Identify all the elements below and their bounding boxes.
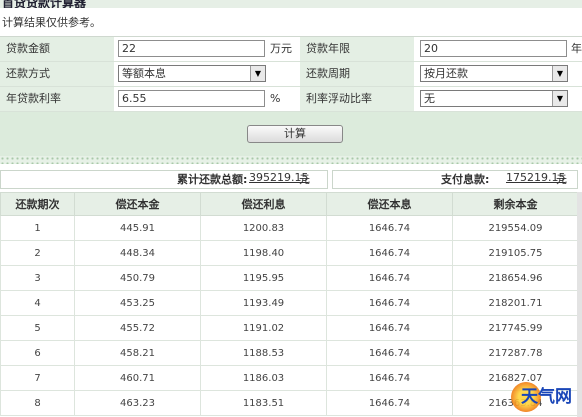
cell-principal: 450.79 [74, 265, 201, 291]
header-interest: 偿还利息 [200, 192, 327, 216]
table-row: 4 453.25 1193.49 1646.74 218201.71 [0, 290, 579, 316]
cell-payment: 1646.74 [326, 265, 453, 291]
repayment-schedule-table: 还款期次 偿还本金 偿还利息 偿还本息 剩余本金 1 445.91 1200.8… [0, 192, 579, 416]
table-row: 8 463.23 1183.51 1646.74 216363.84 [0, 390, 579, 416]
rate-unit: % [270, 92, 281, 105]
cell-payment: 1646.74 [326, 240, 453, 266]
form-row-amount: 贷款金额 22 万元 贷款年限 20 年 [0, 37, 582, 62]
rate-input[interactable]: 6.55 [118, 90, 265, 107]
repayment-period-select[interactable]: 按月还款 ▼ [420, 65, 568, 82]
cell-interest: 1200.83 [200, 215, 327, 241]
watermark-logo: 天气网 [511, 380, 582, 417]
period-label: 还款周期 [300, 62, 414, 86]
cell-remaining: 218201.71 [452, 290, 579, 316]
amount-unit: 万元 [270, 42, 292, 55]
total-repayment-label: 累计还款总额: [177, 173, 248, 186]
calculate-button[interactable]: 计算 [247, 125, 343, 143]
total-repayment-unit: 元 [299, 173, 310, 186]
cell-principal: 460.71 [74, 365, 201, 391]
header-period: 还款期次 [0, 192, 75, 216]
cell-period: 3 [0, 265, 75, 291]
form-row-rate: 年贷款利率 6.55 % 利率浮动比率 无 ▼ [0, 87, 582, 112]
cell-principal: 453.25 [74, 290, 201, 316]
table-row: 7 460.71 1186.03 1646.74 216827.07 [0, 365, 579, 391]
cell-remaining: 219105.75 [452, 240, 579, 266]
table-row: 3 450.79 1195.95 1646.74 218654.96 [0, 265, 579, 291]
disclaimer-note: 计算结果仅供参考。 [2, 16, 101, 29]
cell-period: 4 [0, 290, 75, 316]
cell-interest: 1188.53 [200, 340, 327, 366]
cell-payment: 1646.74 [326, 315, 453, 341]
cell-principal: 455.72 [74, 315, 201, 341]
calculator-title-bar: 首贷贷款计算器 [0, 0, 582, 8]
cell-interest: 1183.51 [200, 390, 327, 416]
cell-payment: 1646.74 [326, 390, 453, 416]
amount-label: 贷款金额 [0, 37, 114, 61]
header-principal: 偿还本金 [74, 192, 201, 216]
repayment-method-value: 等额本息 [122, 67, 166, 80]
cell-interest: 1195.95 [200, 265, 327, 291]
cell-remaining: 217745.99 [452, 315, 579, 341]
repayment-method-select[interactable]: 等额本息 ▼ [118, 65, 266, 82]
cell-period: 1 [0, 215, 75, 241]
header-remaining: 剩余本金 [452, 192, 579, 216]
cell-payment: 1646.74 [326, 215, 453, 241]
cell-period: 2 [0, 240, 75, 266]
term-unit: 年 [571, 42, 582, 55]
cell-principal: 445.91 [74, 215, 201, 241]
rate-float-select[interactable]: 无 ▼ [420, 90, 568, 107]
amount-input[interactable]: 22 [118, 40, 265, 57]
rate-float-value: 无 [424, 92, 435, 105]
cell-principal: 448.34 [74, 240, 201, 266]
table-header-row: 还款期次 偿还本金 偿还利息 偿还本息 剩余本金 [0, 192, 579, 216]
cell-payment: 1646.74 [326, 365, 453, 391]
table-row: 6 458.21 1188.53 1646.74 217287.78 [0, 340, 579, 366]
table-row: 5 455.72 1191.02 1646.74 217745.99 [0, 315, 579, 341]
chevron-down-icon[interactable]: ▼ [250, 66, 265, 81]
repayment-period-value: 按月还款 [424, 67, 468, 80]
dotted-divider [0, 156, 582, 164]
chevron-down-icon[interactable]: ▼ [552, 66, 567, 81]
cell-remaining: 217287.78 [452, 340, 579, 366]
cell-principal: 463.23 [74, 390, 201, 416]
header-payment: 偿还本息 [326, 192, 453, 216]
chevron-down-icon[interactable]: ▼ [552, 91, 567, 106]
cell-remaining: 218654.96 [452, 265, 579, 291]
cell-interest: 1198.40 [200, 240, 327, 266]
cell-period: 7 [0, 365, 75, 391]
term-label: 贷款年限 [300, 37, 414, 61]
table-row: 2 448.34 1198.40 1646.74 219105.75 [0, 240, 579, 266]
cell-interest: 1186.03 [200, 365, 327, 391]
summary-bar: 累计还款总额: 395219.15 元 支付息款: 175219.15 元 [0, 168, 582, 190]
cell-principal: 458.21 [74, 340, 201, 366]
cell-payment: 1646.74 [326, 340, 453, 366]
loan-form: 贷款金额 22 万元 贷款年限 20 年 还款方式 等额本息 ▼ 还款周期 按月… [0, 36, 582, 113]
float-label: 利率浮动比率 [300, 87, 414, 111]
table-row: 1 445.91 1200.83 1646.74 219554.09 [0, 215, 579, 241]
method-label: 还款方式 [0, 62, 114, 86]
cell-period: 6 [0, 340, 75, 366]
cell-interest: 1191.02 [200, 315, 327, 341]
cell-period: 8 [0, 390, 75, 416]
page-title: 首贷贷款计算器 [2, 0, 87, 8]
cell-payment: 1646.74 [326, 290, 453, 316]
form-row-method: 还款方式 等额本息 ▼ 还款周期 按月还款 ▼ [0, 62, 582, 87]
watermark-text: 天气网 [521, 387, 572, 407]
interest-paid-label: 支付息款: [441, 173, 490, 186]
term-input[interactable]: 20 [420, 40, 567, 57]
rate-label: 年贷款利率 [0, 87, 114, 111]
cell-remaining: 219554.09 [452, 215, 579, 241]
cell-interest: 1193.49 [200, 290, 327, 316]
cell-period: 5 [0, 315, 75, 341]
button-band: 计算 [0, 112, 582, 156]
interest-paid-unit: 元 [556, 173, 567, 186]
